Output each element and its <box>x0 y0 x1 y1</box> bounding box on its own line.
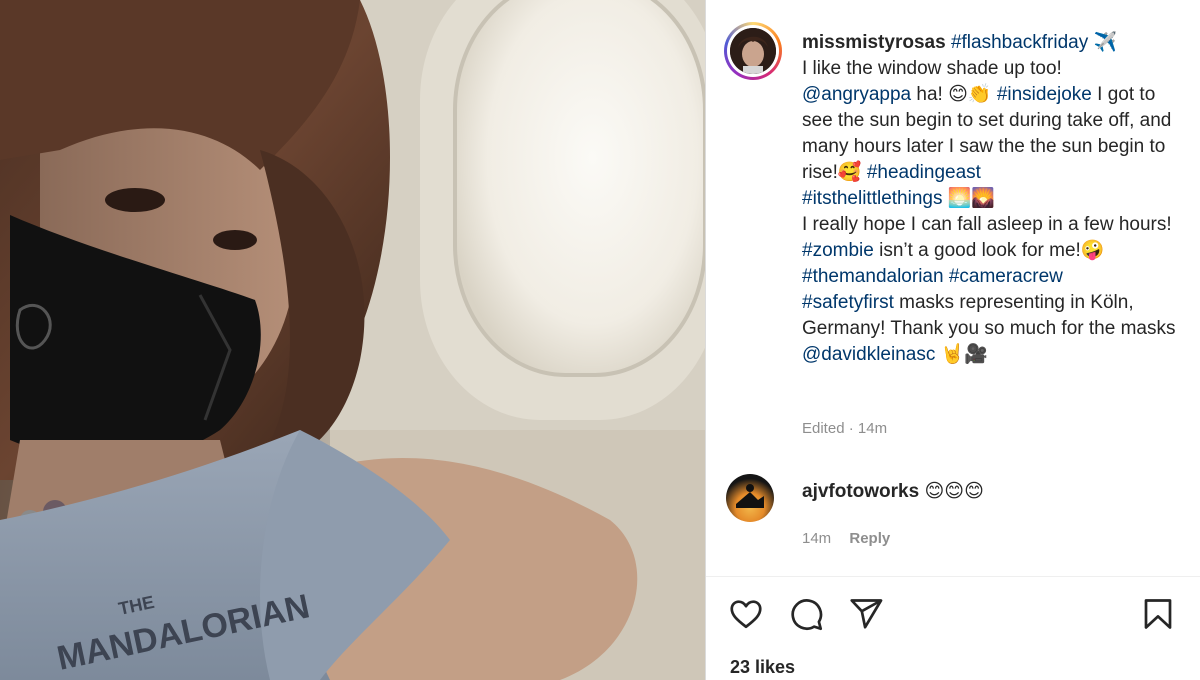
author-avatar-image <box>730 28 776 74</box>
hashtag-link[interactable]: #headingeast <box>867 162 981 183</box>
caption-segment: ha! 😊👏 <box>911 84 997 105</box>
hashtag-link[interactable]: #itsthelittlethings <box>802 188 942 209</box>
mention-link[interactable]: @angryappa <box>802 84 911 105</box>
hashtag-link[interactable]: #flashbackfriday <box>951 32 1088 53</box>
action-bar <box>728 596 1188 636</box>
mention-link[interactable]: @davidkleinasc <box>802 344 935 365</box>
caption-segment: isn’t a good look for me!🤪 <box>879 240 1105 261</box>
bookmark-icon[interactable] <box>1140 596 1176 632</box>
post-meta: Edited · 14m <box>802 420 888 437</box>
hashtag-link[interactable]: #themandalorian <box>802 266 944 287</box>
comment-item: ajvfotoworks 😊😊😊 14m Reply <box>726 474 1186 554</box>
post-photo: THE MANDALORIAN <box>0 0 705 680</box>
hashtag-link[interactable]: #insidejoke <box>997 84 1092 105</box>
hashtag-link[interactable]: #zombie <box>802 240 874 261</box>
hashtag-link[interactable]: #cameracrew <box>949 266 1063 287</box>
post-time[interactable]: 14m <box>858 420 887 437</box>
caption-segment: 🤘🎥 <box>935 344 988 365</box>
commenter-username[interactable]: ajvfotoworks <box>802 481 919 502</box>
action-separator <box>706 576 1200 577</box>
comment-icon[interactable] <box>788 596 824 632</box>
heart-icon[interactable] <box>728 596 764 632</box>
comment-time: 14m <box>802 530 832 547</box>
edited-label: Edited <box>802 420 845 437</box>
author-username[interactable]: missmistyrosas <box>802 32 946 53</box>
share-icon[interactable] <box>848 596 884 632</box>
likes-count[interactable]: 23 likes <box>730 657 795 678</box>
post-details-pane: missmistyrosas #flashbackfriday ✈️ I lik… <box>706 0 1200 680</box>
author-avatar[interactable] <box>724 22 782 80</box>
hashtag-link[interactable]: #safetyfirst <box>802 292 894 313</box>
comment-text: ajvfotoworks 😊😊😊 <box>802 480 984 503</box>
comment-meta: 14m Reply <box>802 530 904 547</box>
comment-body: 😊😊😊 <box>924 481 984 502</box>
photo-illustration: THE MANDALORIAN <box>0 0 705 680</box>
commenter-avatar[interactable] <box>726 474 774 522</box>
reply-button[interactable]: Reply <box>849 530 890 547</box>
caption-text: missmistyrosas #flashbackfriday ✈️ I lik… <box>802 30 1182 368</box>
